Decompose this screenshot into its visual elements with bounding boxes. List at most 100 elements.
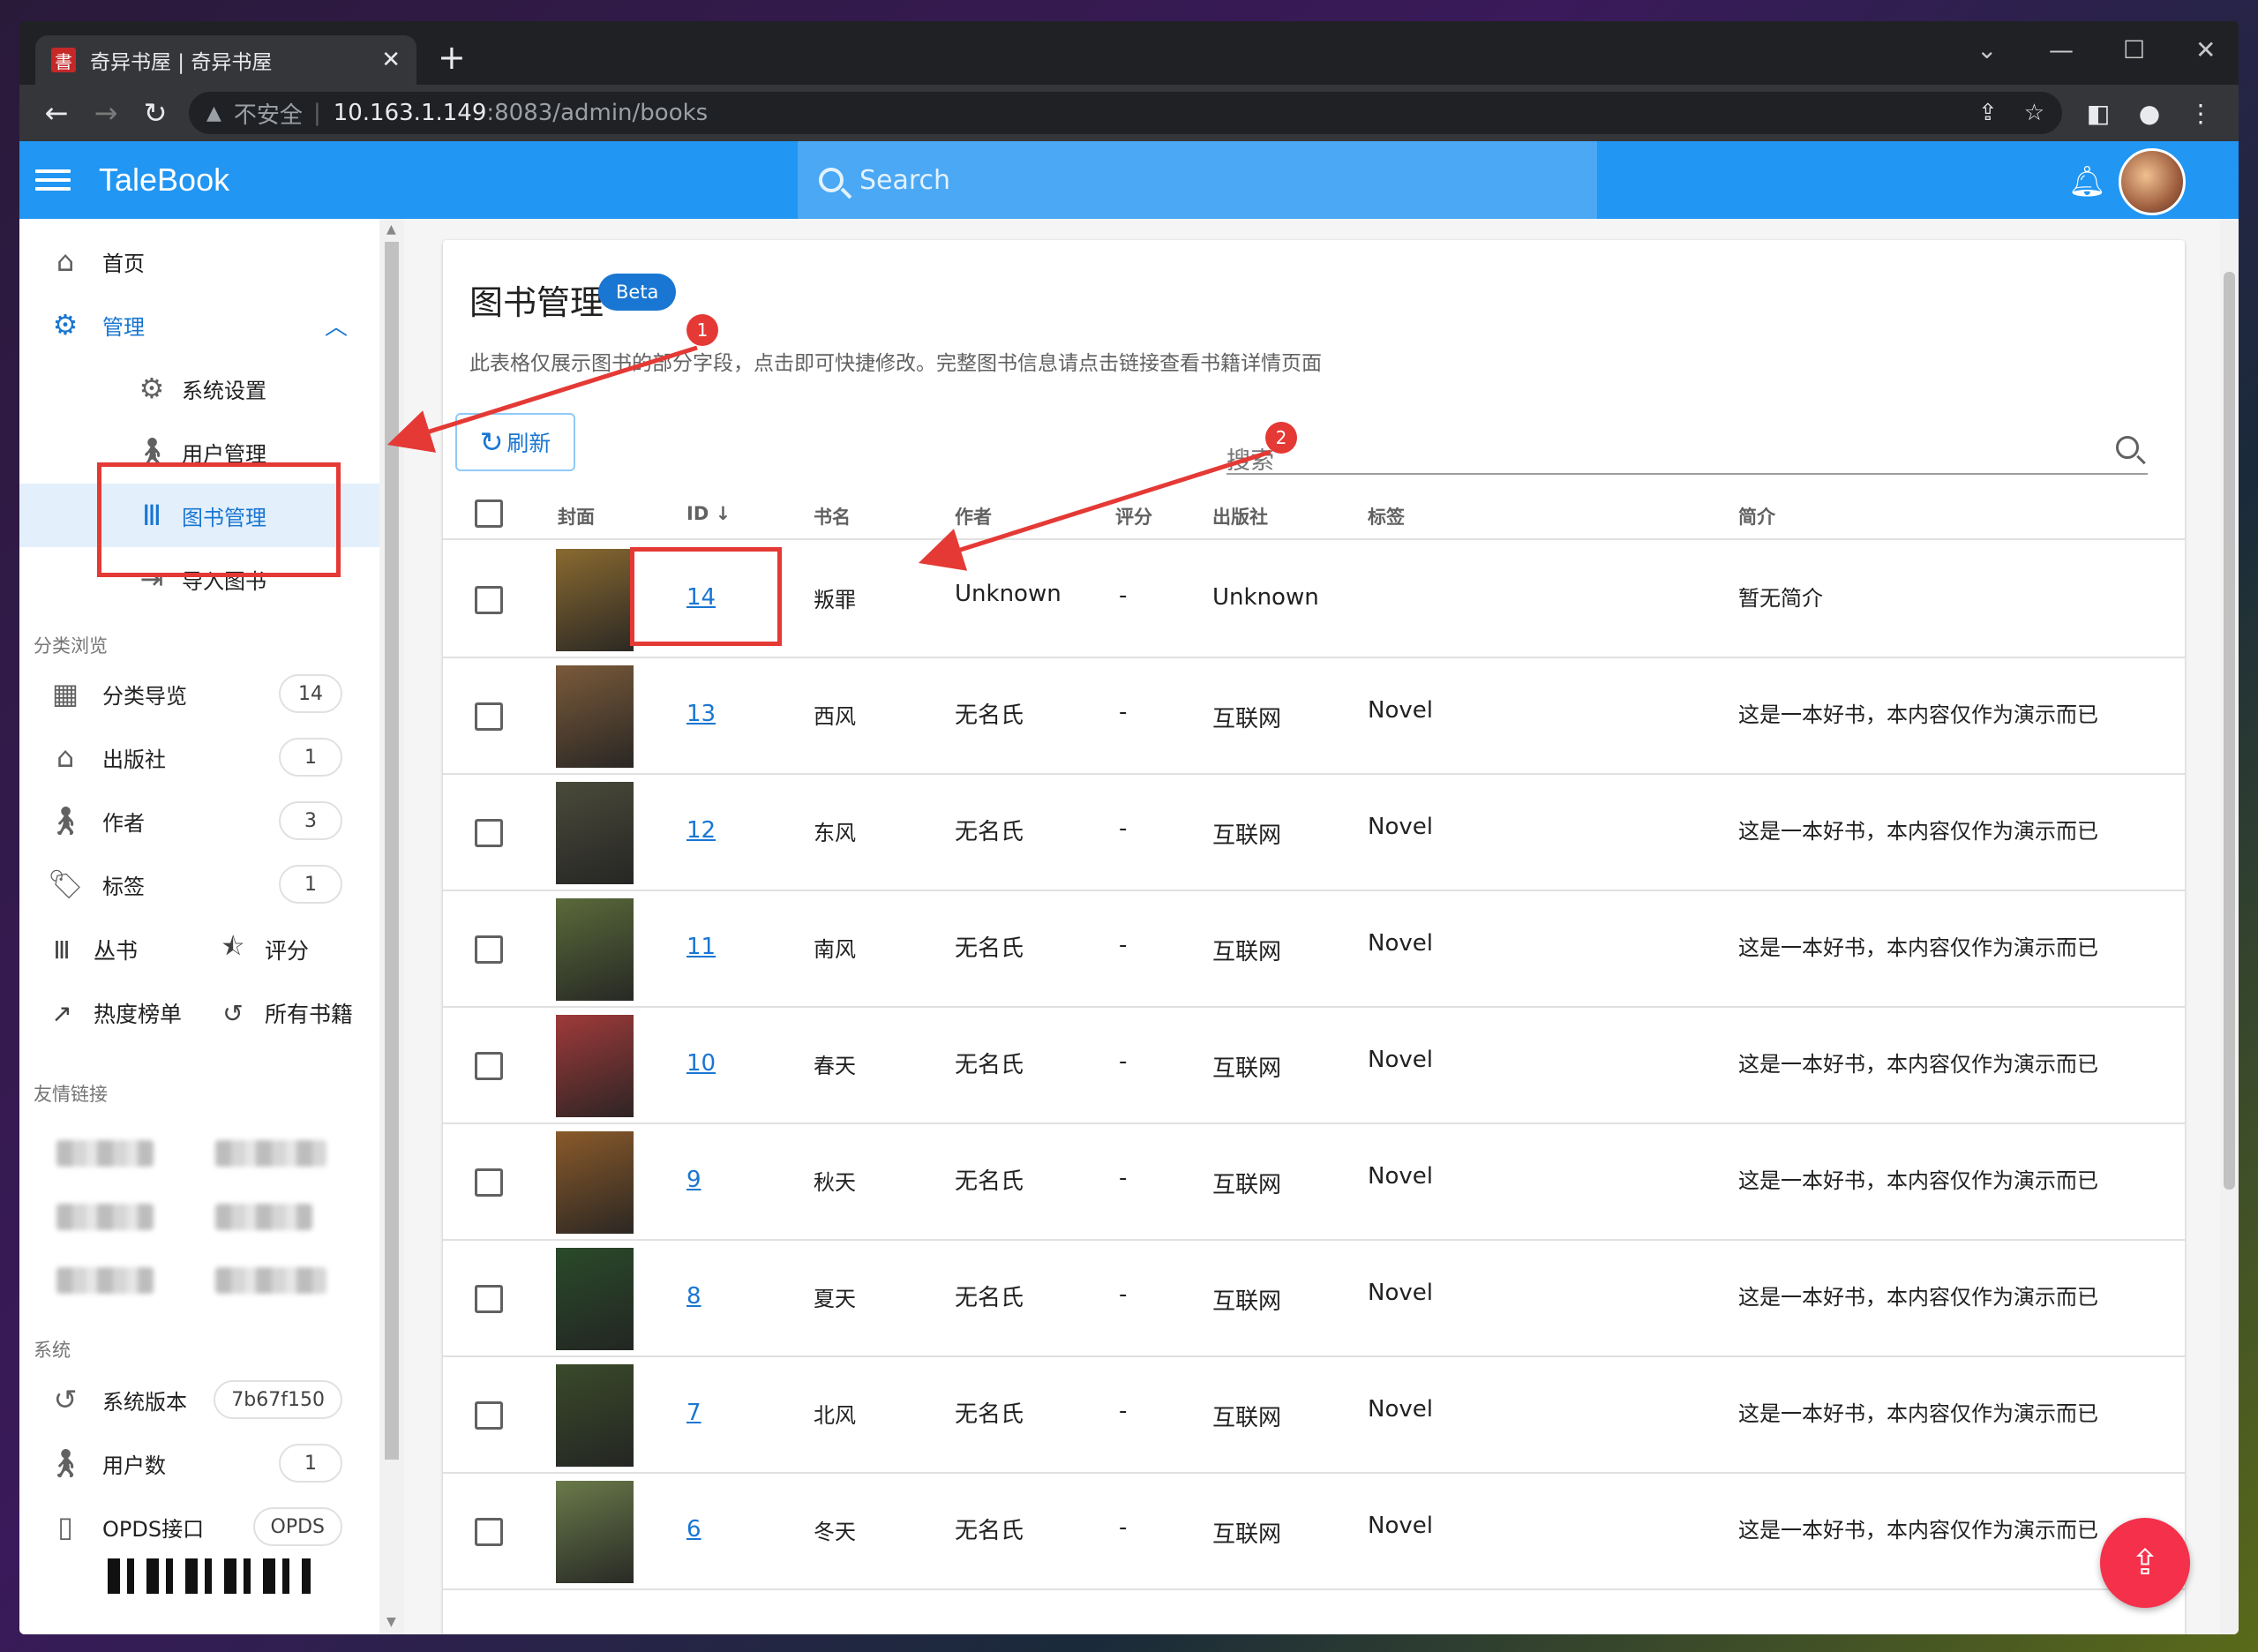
scroll-down-icon[interactable]: ▼: [386, 1615, 396, 1629]
row-checkbox[interactable]: [475, 1168, 503, 1197]
book-title-cell[interactable]: 冬天: [814, 1514, 856, 1545]
book-rating-cell[interactable]: -: [1119, 1165, 1127, 1191]
book-author-cell[interactable]: 无名氏: [955, 930, 1024, 963]
header-tags[interactable]: 标签: [1368, 503, 1405, 529]
header-title[interactable]: 书名: [814, 503, 851, 529]
header-id[interactable]: ID ↓: [686, 503, 731, 524]
sidebar-item-rating[interactable]: ⯪ 评分: [219, 918, 309, 981]
refresh-button[interactable]: ↻ 刷新: [455, 413, 575, 471]
book-tags-cell[interactable]: Novel: [1368, 1513, 1433, 1539]
book-publisher-cell[interactable]: Unknown: [1212, 584, 1319, 611]
book-id-link[interactable]: 13: [686, 701, 716, 727]
menu-kebab-icon[interactable]: ⋮: [2175, 99, 2226, 128]
header-rating[interactable]: 评分: [1115, 503, 1152, 529]
book-tags-cell[interactable]: Novel: [1368, 930, 1433, 957]
sidebar-item-tag[interactable]: 🏷︎ 标签 1: [19, 852, 379, 916]
book-author-cell[interactable]: 无名氏: [955, 1280, 1024, 1312]
blurred-link[interactable]: [56, 1140, 154, 1167]
book-publisher-cell[interactable]: 互联网: [1212, 1516, 1281, 1549]
sidebar-item-system-settings[interactable]: ⚙ 系统设置: [19, 357, 379, 420]
book-tags-cell[interactable]: Novel: [1368, 1047, 1433, 1073]
maximize-icon[interactable]: ☐: [2123, 35, 2145, 64]
book-tags-cell[interactable]: Novel: [1368, 1163, 1433, 1190]
book-tags-cell[interactable]: Novel: [1368, 1280, 1433, 1306]
row-checkbox[interactable]: [475, 1285, 503, 1313]
book-publisher-cell[interactable]: 互联网: [1212, 934, 1281, 966]
book-id-link[interactable]: 6: [686, 1516, 701, 1543]
avatar[interactable]: [2119, 148, 2186, 215]
sidebar-item-hot[interactable]: ↗ 热度榜单: [48, 981, 182, 1045]
book-summary-cell[interactable]: 这是一本好书，本内容仅作为演示而已: [1738, 1047, 2098, 1078]
book-summary-cell[interactable]: 这是一本好书，本内容仅作为演示而已: [1738, 1163, 2098, 1194]
book-rating-cell[interactable]: -: [1119, 582, 1127, 609]
search-icon[interactable]: [2116, 436, 2139, 459]
book-summary-cell[interactable]: 这是一本好书，本内容仅作为演示而已: [1738, 1513, 2098, 1543]
scroll-thumb[interactable]: [385, 242, 399, 1460]
book-publisher-cell[interactable]: 互联网: [1212, 1283, 1281, 1316]
book-id-link[interactable]: 9: [686, 1167, 701, 1193]
book-title-cell[interactable]: 春天: [814, 1048, 856, 1079]
book-summary-cell[interactable]: 这是一本好书，本内容仅作为演示而已: [1738, 1396, 2098, 1427]
book-summary-cell[interactable]: 暂无简介: [1738, 581, 1823, 612]
book-title-cell[interactable]: 南风: [814, 932, 856, 963]
book-id-link[interactable]: 12: [686, 817, 716, 844]
minimize-icon[interactable]: —: [2049, 35, 2074, 64]
book-tags-cell[interactable]: Novel: [1368, 1396, 1433, 1423]
book-cover[interactable]: [556, 1131, 634, 1234]
sidebar-item-users[interactable]: 🚶︎ 用户数 1: [19, 1431, 379, 1495]
blurred-link[interactable]: [56, 1267, 154, 1294]
book-id-link[interactable]: 7: [686, 1400, 701, 1426]
sidebar-item-author[interactable]: 🚶︎ 作者 3: [19, 789, 379, 852]
book-author-cell[interactable]: 无名氏: [955, 1396, 1024, 1429]
row-checkbox[interactable]: [475, 1518, 503, 1546]
book-rating-cell[interactable]: -: [1119, 1398, 1127, 1424]
sidebar-item-manage[interactable]: ⚙ 管理 ︿: [19, 293, 379, 357]
book-id-link[interactable]: 11: [686, 934, 716, 960]
share-icon[interactable]: ⇪: [1978, 100, 1998, 126]
book-rating-cell[interactable]: -: [1119, 1048, 1127, 1075]
book-author-cell[interactable]: Unknown: [955, 581, 1061, 607]
book-title-cell[interactable]: 夏天: [814, 1281, 856, 1312]
book-author-cell[interactable]: 无名氏: [955, 1163, 1024, 1196]
browser-tab[interactable]: 書 奇异书屋 | 奇异书屋 ✕: [35, 35, 416, 85]
sidebar-scrollbar[interactable]: ▲ ▼: [379, 219, 404, 1634]
row-checkbox[interactable]: [475, 1401, 503, 1430]
book-publisher-cell[interactable]: 互联网: [1212, 817, 1281, 850]
book-rating-cell[interactable]: -: [1119, 1281, 1127, 1308]
sidebar-item-publisher[interactable]: ⌂ 出版社 1: [19, 725, 379, 789]
bookmark-star-icon[interactable]: ☆: [2024, 100, 2044, 126]
brand-title[interactable]: TaleBook: [99, 161, 229, 199]
book-summary-cell[interactable]: 这是一本好书，本内容仅作为演示而已: [1738, 1280, 2098, 1310]
back-icon[interactable]: ←: [32, 96, 81, 130]
url-input[interactable]: ▲ 不安全 | 10.163.1.149 :8083/admin/books ⇪…: [189, 92, 2062, 134]
book-cover[interactable]: [556, 782, 634, 884]
forward-icon[interactable]: →: [81, 96, 131, 130]
book-publisher-cell[interactable]: 互联网: [1212, 1050, 1281, 1083]
book-tags-cell[interactable]: Novel: [1368, 814, 1433, 840]
row-checkbox[interactable]: [475, 1052, 503, 1080]
header-cover[interactable]: 封面: [558, 503, 595, 529]
book-publisher-cell[interactable]: 互联网: [1212, 1400, 1281, 1432]
book-cover[interactable]: [556, 665, 634, 768]
scroll-up-icon[interactable]: ▲: [386, 222, 396, 237]
sidebar-item-home[interactable]: ⌂ 首页: [19, 229, 379, 293]
row-checkbox[interactable]: [475, 819, 503, 847]
blurred-link[interactable]: [215, 1267, 326, 1294]
row-checkbox[interactable]: [475, 702, 503, 731]
book-title-cell[interactable]: 北风: [814, 1398, 856, 1429]
table-search-input[interactable]: 搜索: [1227, 436, 2148, 475]
sidebar-item-category[interactable]: ▦ 分类导览 14: [19, 662, 379, 725]
sidebar-item-all-books[interactable]: ↺ 所有书籍: [219, 981, 353, 1045]
book-rating-cell[interactable]: -: [1119, 699, 1127, 725]
side-panel-icon[interactable]: ◧: [2073, 99, 2124, 128]
header-publisher[interactable]: 出版社: [1212, 503, 1268, 529]
app-search-input[interactable]: Search: [798, 141, 1597, 219]
page-scrollbar[interactable]: [2220, 219, 2239, 1634]
book-publisher-cell[interactable]: 互联网: [1212, 701, 1281, 733]
scroll-thumb[interactable]: [2224, 272, 2235, 1190]
tab-close-icon[interactable]: ✕: [381, 47, 401, 73]
book-title-cell[interactable]: 东风: [814, 815, 856, 846]
reload-icon[interactable]: ↻: [131, 96, 180, 130]
book-cover[interactable]: [556, 549, 634, 651]
book-title-cell[interactable]: 秋天: [814, 1165, 856, 1196]
